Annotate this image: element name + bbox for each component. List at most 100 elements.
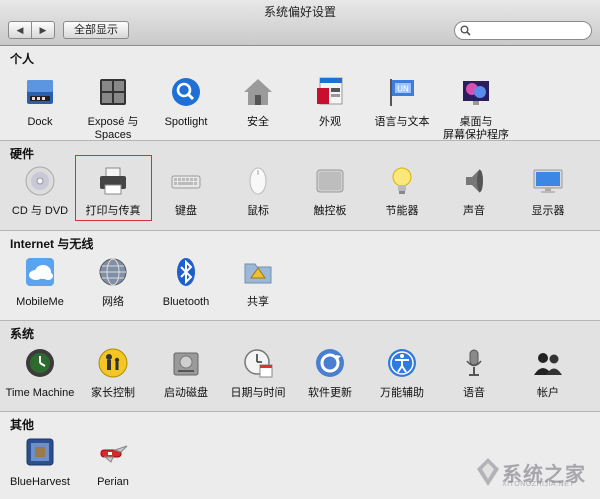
pref-speech[interactable]: 语音: [436, 347, 512, 400]
pref-time-machine[interactable]: Time Machine: [2, 347, 78, 400]
pref-cd-dvd[interactable]: CD 与 DVD: [2, 165, 78, 218]
search-input[interactable]: [473, 23, 585, 38]
print-fax-highlight-box: [75, 155, 152, 221]
pref-sharing[interactable]: 共享: [220, 256, 296, 309]
site-watermark: 系统之家 XITONGZHIJIA.NET: [476, 453, 596, 493]
pref-desktop-screensaver[interactable]: 桌面与 屏幕保护程序: [436, 76, 516, 142]
pref-time-machine-label: Time Machine: [5, 387, 75, 399]
pref-sharing-label: 共享: [247, 296, 269, 308]
pref-spotlight-label: Spotlight: [164, 116, 208, 128]
forward-button[interactable]: ▶: [31, 22, 54, 38]
pref-expose-label: Exposé 与: [87, 116, 139, 128]
pref-parental-label: 家长控制: [91, 387, 135, 399]
back-forward-buttons: ◀ ▶: [8, 21, 55, 39]
cd-dvd-icon: [25, 166, 55, 196]
pref-startup-disk[interactable]: 启动磁盘: [148, 347, 224, 400]
back-button[interactable]: ◀: [9, 22, 31, 38]
svg-text:UN: UN: [397, 85, 409, 94]
dock-icon: [27, 80, 53, 104]
pref-displays-label: 显示器: [531, 205, 565, 217]
display-icon: [533, 169, 563, 193]
section-system: 系统 Time Machine 家长控制 启动磁盘 日期与时间 软件更新 万能辅…: [0, 320, 600, 411]
pref-blueharvest-label: BlueHarvest: [10, 476, 70, 488]
security-house-icon: [244, 79, 272, 105]
microphone-icon: [466, 349, 482, 376]
speaker-icon: [466, 169, 483, 193]
bluetooth-icon: [177, 258, 195, 286]
pref-perian[interactable]: Perian: [75, 436, 151, 489]
pref-security-label: 安全: [247, 116, 269, 128]
pref-accounts[interactable]: 帐户: [510, 347, 586, 400]
pref-keyboard-label: 键盘: [175, 205, 197, 217]
appearance-icon: [317, 77, 343, 105]
section-title-other: 其他: [10, 418, 35, 432]
pref-appearance[interactable]: 外观: [292, 76, 368, 129]
pref-sound-label: 声音: [463, 205, 485, 217]
pref-keyboard[interactable]: 键盘: [148, 165, 224, 218]
pref-bluetooth[interactable]: Bluetooth: [148, 256, 224, 309]
startup-disk-icon: [173, 352, 199, 376]
time-machine-icon: [26, 349, 54, 377]
pref-universal-access-label: 万能辅助: [380, 387, 424, 399]
watermark-logo-icon: [477, 458, 499, 486]
pref-mouse-label: 鼠标: [247, 205, 269, 217]
pref-date-time[interactable]: 日期与时间: [220, 347, 296, 400]
cloud-icon: [26, 258, 54, 286]
pref-mobileme[interactable]: MobileMe: [2, 256, 78, 309]
section-internet-wireless: Internet 与无线 MobileMe 网络 Bluetooth 共享: [0, 230, 600, 320]
pref-security[interactable]: 安全: [220, 76, 296, 129]
pref-appearance-label: 外观: [319, 116, 341, 128]
pref-cd-dvd-label: CD 与 DVD: [11, 205, 69, 217]
pref-parental-controls[interactable]: 家长控制: [75, 347, 151, 400]
pref-accounts-label: 帐户: [537, 387, 559, 399]
mouse-icon: [249, 167, 267, 195]
pref-software-update-label: 软件更新: [308, 387, 352, 399]
show-all-button[interactable]: 全部显示: [63, 21, 129, 39]
pref-sound[interactable]: 声音: [436, 165, 512, 218]
pref-software-update[interactable]: 软件更新: [292, 347, 368, 400]
title-bar: 系统偏好设置 ◀ ▶ 全部显示: [0, 0, 600, 46]
pref-trackpad-label: 触控板: [313, 205, 347, 217]
software-update-icon: [316, 349, 344, 377]
perian-knife-icon: [100, 445, 128, 463]
keyboard-icon: [171, 175, 201, 189]
accounts-icon: [534, 353, 562, 375]
pref-network-label: 网络: [102, 296, 124, 308]
network-globe-icon: [99, 258, 127, 286]
pref-speech-label: 语音: [463, 387, 485, 399]
language-flag-icon: UN: [390, 79, 414, 106]
sharing-folder-icon: [244, 263, 272, 284]
section-title-system: 系统: [10, 327, 35, 341]
universal-access-icon: [388, 349, 416, 377]
pref-desktop-label: 桌面与: [459, 116, 493, 128]
pref-dock[interactable]: Dock: [2, 76, 78, 129]
pref-network[interactable]: 网络: [75, 256, 151, 309]
pref-trackpad[interactable]: 触控板: [292, 165, 368, 218]
pref-language-text[interactable]: UN 语言与文本: [364, 76, 440, 129]
blueharvest-icon: [26, 438, 54, 466]
watermark-url: XITONGZHIJIA.NET: [502, 481, 575, 488]
pref-perian-label: Perian: [97, 476, 129, 488]
window-title: 系统偏好设置: [263, 5, 336, 19]
pref-expose-spaces[interactable]: Exposé 与 Spaces: [75, 76, 151, 142]
pref-displays[interactable]: 显示器: [510, 165, 586, 218]
section-title-hardware: 硬件: [10, 147, 35, 161]
search-field[interactable]: [454, 21, 592, 40]
pref-mouse[interactable]: 鼠标: [220, 165, 296, 218]
pref-blueharvest[interactable]: BlueHarvest: [2, 436, 78, 489]
pref-bluetooth-label: Bluetooth: [162, 296, 210, 308]
pref-startup-label: 启动磁盘: [164, 387, 208, 399]
pref-universal-access[interactable]: 万能辅助: [364, 347, 440, 400]
pref-language-label: 语言与文本: [374, 116, 430, 128]
pref-energy-saver[interactable]: 节能器: [364, 165, 440, 218]
date-time-icon: [244, 349, 273, 378]
pref-energy-label: 节能器: [385, 205, 419, 217]
trackpad-icon: [316, 169, 344, 193]
section-personal: 个人 Dock Exposé 与 Spaces Spotlight 安全 外观 …: [0, 46, 600, 142]
pref-date-time-label: 日期与时间: [230, 387, 286, 399]
desktop-screensaver-icon: [463, 81, 489, 105]
parental-controls-icon: [98, 348, 128, 378]
pref-spotlight[interactable]: Spotlight: [148, 76, 224, 129]
section-title-personal: 个人: [10, 52, 35, 66]
pref-dock-label: Dock: [27, 116, 53, 128]
